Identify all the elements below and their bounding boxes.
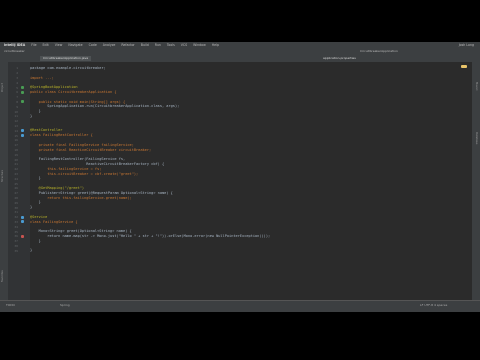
line-number: 11 xyxy=(14,114,18,119)
warning-indicator[interactable] xyxy=(461,65,467,68)
line-number: 15 xyxy=(14,133,18,138)
status-bar: TODO Spring LF UTF-8 4 spaces xyxy=(0,300,480,312)
line-number: 30 xyxy=(14,205,18,210)
line-number: 39 xyxy=(14,248,18,253)
line-number: 23 xyxy=(14,172,18,176)
line-number: 8 xyxy=(16,100,18,104)
code-line[interactable]: package com.example.circuitbreaker; xyxy=(30,66,106,71)
favorites-panel-label[interactable]: Favorites xyxy=(1,270,4,282)
line-number: 27 xyxy=(14,191,18,196)
code-editor[interactable]: package com.example.circuitbreaker; impor… xyxy=(30,62,472,300)
left-tool-strip: Project Structure Favorites xyxy=(0,62,8,300)
maven-panel-label[interactable]: Maven xyxy=(475,82,478,91)
code-line[interactable]: class FailingService { xyxy=(30,220,78,225)
line-number: 38 xyxy=(14,244,18,248)
code-line[interactable]: } xyxy=(30,114,32,119)
line-number: 22 xyxy=(14,167,18,172)
code-line[interactable]: return name.map(str -> Mono.just("Hello … xyxy=(30,234,270,239)
code-line[interactable]: } xyxy=(30,205,32,210)
line-number: 34 xyxy=(14,224,18,229)
line-number: 6 xyxy=(16,90,18,95)
menu-build[interactable]: Build xyxy=(141,43,149,47)
video-frame: IntelliJ IDEA File Edit View Navigate Co… xyxy=(0,0,480,360)
menu-help[interactable]: Help xyxy=(212,43,219,47)
gutter-run-icon[interactable] xyxy=(21,215,24,219)
line-number: 33 xyxy=(14,220,18,224)
line-number: 12 xyxy=(14,119,18,124)
menu-view[interactable]: View xyxy=(55,43,63,47)
line-number: 26 xyxy=(14,186,18,191)
code-line[interactable]: } xyxy=(30,248,32,253)
user-name: Josh Long xyxy=(458,43,474,47)
code-line[interactable]: } xyxy=(30,239,41,244)
line-number: 4 xyxy=(16,80,18,85)
line-number: 17 xyxy=(14,143,18,148)
gutter-run-icon[interactable] xyxy=(21,90,24,94)
code-line[interactable]: class FailingRestController { xyxy=(30,133,93,138)
tab-application-properties[interactable]: application.properties xyxy=(320,56,359,61)
line-number: 19 xyxy=(14,152,18,157)
code-line[interactable]: } xyxy=(30,176,41,181)
line-number: 1 xyxy=(16,66,18,71)
line-number: 13 xyxy=(14,124,18,128)
editor-tabs: CircuitbreakerApplication.java applicati… xyxy=(0,55,480,62)
menu-run[interactable]: Run xyxy=(155,43,161,47)
gutter-run-icon[interactable] xyxy=(21,220,24,224)
menu-file[interactable]: File xyxy=(31,43,36,47)
code-line[interactable]: public class CircuitbreakerApplication { xyxy=(30,90,117,95)
menu-vcs[interactable]: VCS xyxy=(181,43,187,47)
line-number: 21 xyxy=(14,162,18,167)
menu-analyze[interactable]: Analyze xyxy=(103,43,116,47)
menu-navigate[interactable]: Navigate xyxy=(68,43,82,47)
project-panel-label[interactable]: Project xyxy=(1,83,4,92)
line-number: 7 xyxy=(16,95,18,100)
gutter-run-icon[interactable] xyxy=(21,86,24,89)
menu-window[interactable]: Window xyxy=(193,43,206,47)
line-number: 28 xyxy=(14,196,18,200)
gutter-run-icon[interactable] xyxy=(21,129,24,133)
code-line[interactable]: this.circuitBreaker = cbf.create("greet"… xyxy=(30,172,138,177)
ide-window: IntelliJ IDEA File Edit View Navigate Co… xyxy=(0,42,480,312)
line-number: 25 xyxy=(14,181,18,186)
todo-tab[interactable]: TODO xyxy=(6,303,15,307)
code-line[interactable]: return this.failingService.greet(name); xyxy=(30,196,131,201)
line-number: 24 xyxy=(14,176,18,181)
line-number: 16 xyxy=(14,138,18,143)
line-number: 9 xyxy=(16,104,18,109)
gutter-run-icon[interactable] xyxy=(21,100,24,104)
database-panel-label[interactable]: Database xyxy=(475,132,478,144)
menu-code[interactable]: Code xyxy=(89,43,97,47)
line-number: 32 xyxy=(14,215,18,220)
line-number: 37 xyxy=(14,239,18,244)
breadcrumb[interactable]: circuitbreaker xyxy=(4,49,25,53)
tab-application-java[interactable]: CircuitbreakerApplication.java xyxy=(40,56,92,61)
run-config-select[interactable]: CircuitbreakerApplication xyxy=(360,49,398,53)
line-number: 20 xyxy=(14,157,18,162)
structure-panel-label[interactable]: Structure xyxy=(1,170,4,182)
line-number: 2 xyxy=(16,71,18,76)
menu-tools[interactable]: Tools xyxy=(167,43,175,47)
line-number: 29 xyxy=(14,200,18,205)
menu-edit[interactable]: Edit xyxy=(43,43,49,47)
line-number: 3 xyxy=(16,76,18,80)
line-number-gutter: 1 2 3 4 5 6 7 8 9 10 11 12 13 14 15 16 17 18 19 20 21 22 23 24 2… xyxy=(8,62,30,300)
line-number: 18 xyxy=(14,148,18,152)
line-number: 35 xyxy=(14,229,18,234)
line-number: 5 xyxy=(16,85,18,90)
line-number: 31 xyxy=(14,210,18,215)
code-line[interactable]: SpringApplication.run(CircuitbreakerAppl… xyxy=(30,104,179,109)
line-number: 36 xyxy=(14,234,18,239)
menu-refactor[interactable]: Refactor xyxy=(121,43,134,47)
app-name[interactable]: IntelliJ IDEA xyxy=(4,43,25,47)
code-line[interactable]: import ...; xyxy=(30,76,54,81)
encoding-info[interactable]: LF UTF-8 4 spaces xyxy=(420,303,447,307)
code-line[interactable]: private final ReactiveCircuitBreaker cir… xyxy=(30,148,152,153)
gutter-run-icon[interactable] xyxy=(21,134,24,137)
gutter-run-icon[interactable] xyxy=(21,234,24,238)
line-number: 14 xyxy=(14,128,18,133)
spring-tab[interactable]: Spring xyxy=(60,303,70,307)
right-tool-strip: Maven Database xyxy=(472,62,480,300)
line-number: 10 xyxy=(14,109,18,114)
